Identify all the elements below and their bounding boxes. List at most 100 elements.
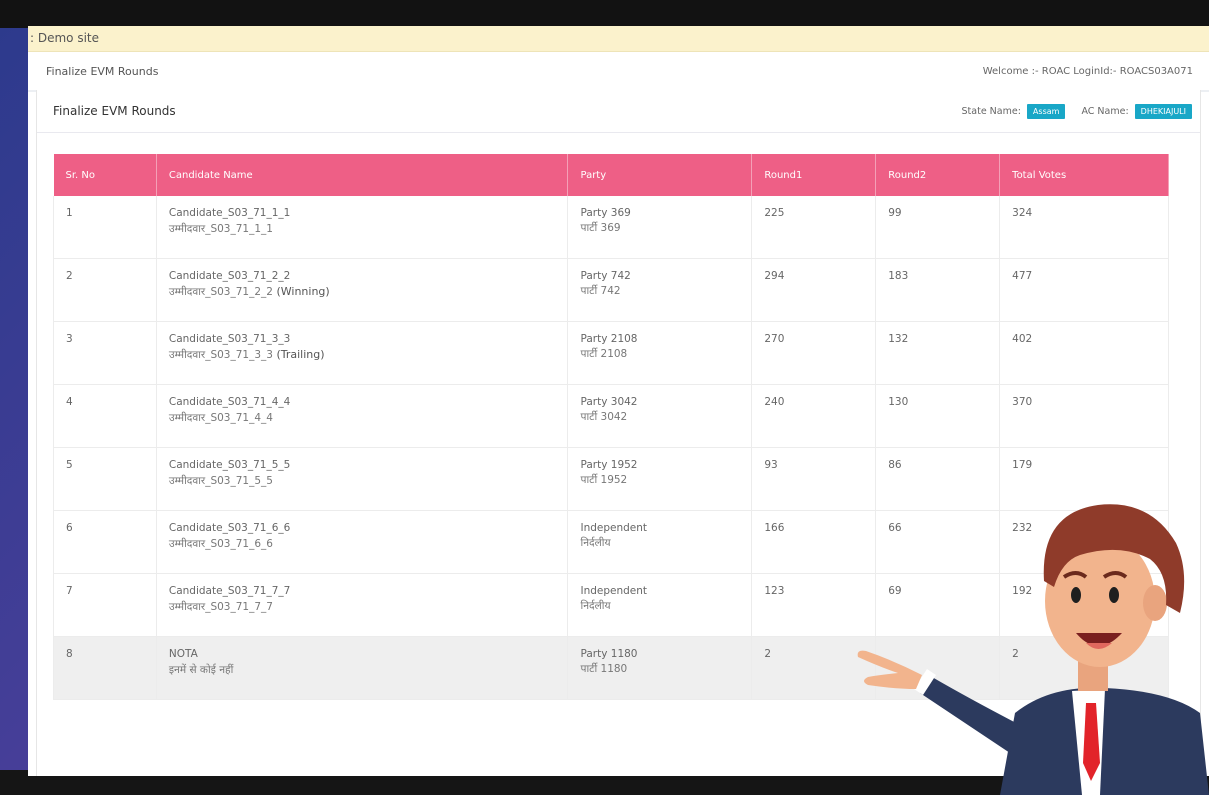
candidate-name: Candidate_S03_71_1_1	[168, 207, 291, 219]
cell-sr: 6	[53, 510, 157, 574]
arm	[920, 677, 1020, 753]
header-round1[interactable]: Round1	[751, 154, 877, 196]
party-name: Party 369	[580, 207, 631, 219]
candidate-name: Candidate_S03_71_2_2	[168, 270, 291, 282]
cell-round1: 240	[751, 384, 877, 448]
header-candidate-name[interactable]: Candidate Name	[156, 154, 569, 196]
candidate-name: Candidate_S03_71_4_4	[168, 396, 291, 408]
cell-candidate: Candidate_S03_71_5_5 उम्मीदवार_S03_71_5_5	[156, 447, 569, 511]
suit-jacket	[1000, 687, 1209, 795]
table-row: 4 Candidate_S03_71_4_4 उम्मीदवार_S03_71_4…	[53, 384, 1169, 448]
cell-candidate: Candidate_S03_71_2_2 उम्मीदवार_S03_71_2_2…	[156, 258, 569, 322]
cell-sr: 1	[53, 196, 157, 259]
table-row: 3 Candidate_S03_71_3_3 उम्मीदवार_S03_71_3…	[53, 321, 1169, 385]
header-round2[interactable]: Round2	[875, 154, 1001, 196]
party-name-hindi: पार्टी 3042	[580, 411, 628, 423]
party-name-hindi: पार्टी 369	[580, 222, 621, 234]
left-eye	[1071, 587, 1081, 603]
table-row: 1 Candidate_S03_71_1_1 उम्मीदवार_S03_71_1…	[53, 196, 1169, 259]
party-name: Independent	[580, 585, 648, 597]
ac-label: AC Name:	[1081, 105, 1129, 117]
cell-round1: 270	[751, 321, 877, 385]
cell-round2: 183	[875, 258, 1001, 322]
card-title: Finalize EVM Rounds	[53, 104, 176, 118]
cell-sr: 8	[53, 636, 157, 700]
cell-round2: 99	[875, 196, 1001, 259]
cell-candidate: NOTA इनमें से कोई नहीं	[156, 636, 569, 700]
cell-candidate: Candidate_S03_71_6_6 उम्मीदवार_S03_71_6_6	[156, 510, 569, 574]
table-row: 2 Candidate_S03_71_2_2 उम्मीदवार_S03_71_2…	[53, 258, 1169, 322]
candidate-name: Candidate_S03_71_7_7	[168, 585, 291, 597]
candidate-name-hindi: उम्मीदवार_S03_71_1_1	[168, 223, 273, 235]
cell-round2: 130	[875, 384, 1001, 448]
cell-candidate: Candidate_S03_71_3_3 उम्मीदवार_S03_71_3_3…	[156, 321, 569, 385]
party-name: Party 2108	[580, 333, 638, 345]
cell-total: 324	[999, 196, 1169, 259]
cell-sr: 7	[53, 573, 157, 637]
party-name-hindi: पार्टी 742	[580, 285, 621, 297]
header-total-votes[interactable]: Total Votes	[999, 154, 1169, 196]
candidate-name-hindi: उम्मीदवार_S03_71_2_2	[168, 286, 273, 298]
state-label: State Name:	[961, 105, 1021, 117]
party-name-hindi: निर्दलीय	[580, 600, 611, 612]
candidate-name: Candidate_S03_71_6_6	[168, 522, 291, 534]
hand	[857, 650, 922, 689]
candidate-name-hindi: उम्मीदवार_S03_71_5_5	[168, 475, 273, 487]
welcome-text: Welcome :- ROAC LoginId:- ROACS03A071	[982, 65, 1193, 77]
cell-total: 402	[999, 321, 1169, 385]
candidate-name: Candidate_S03_71_3_3	[168, 333, 291, 345]
party-name: Party 742	[580, 270, 631, 282]
state-badge[interactable]: Assam	[1026, 103, 1066, 119]
cell-candidate: Candidate_S03_71_1_1 उम्मीदवार_S03_71_1_1	[156, 196, 569, 259]
ac-badge[interactable]: DHEKIAJULI	[1134, 103, 1192, 119]
header-party[interactable]: Party	[567, 154, 753, 196]
cell-total: 477	[999, 258, 1169, 322]
cell-party: Party 369 पार्टी 369	[567, 196, 753, 259]
page-breadcrumb: Finalize EVM Rounds	[46, 64, 159, 78]
cell-sr: 2	[53, 258, 157, 322]
cell-round1: 225	[751, 196, 877, 259]
ear	[1143, 585, 1167, 621]
cell-party: Party 742 पार्टी 742	[567, 258, 753, 322]
cell-party: Party 1180 पार्टी 1180	[567, 636, 753, 700]
filters: State Name: Assam AC Name: DHEKIAJULI	[961, 103, 1192, 119]
party-name-hindi: पार्टी 1180	[580, 663, 628, 675]
cell-party: Party 3042 पार्टी 3042	[567, 384, 753, 448]
party-name: Party 3042	[580, 396, 638, 408]
candidate-status: (Trailing)	[272, 348, 325, 361]
candidate-name-hindi: उम्मीदवार_S03_71_4_4	[168, 412, 273, 424]
candidate-name: Candidate_S03_71_5_5	[168, 459, 291, 471]
cell-sr: 4	[53, 384, 157, 448]
party-name: Party 1180	[580, 648, 638, 660]
cell-round2: 132	[875, 321, 1001, 385]
cell-candidate: Candidate_S03_71_7_7 उम्मीदवार_S03_71_7_7	[156, 573, 569, 637]
candidate-name-hindi: उम्मीदवार_S03_71_7_7	[168, 601, 273, 613]
candidate-status: (Winning)	[272, 285, 330, 298]
candidate-name-hindi: उम्मीदवार_S03_71_6_6	[168, 538, 273, 550]
party-name: Independent	[580, 522, 648, 534]
header-sr-no[interactable]: Sr. No	[53, 154, 157, 196]
cell-party: Independent निर्दलीय	[567, 510, 753, 574]
candidate-name-hindi: इनमें से कोई नहीं	[168, 664, 234, 676]
table-header-row: Sr. No Candidate Name Party Round1 Round…	[53, 154, 1169, 196]
party-name-hindi: पार्टी 1952	[580, 474, 628, 486]
party-name: Party 1952	[580, 459, 638, 471]
background-top-bar	[0, 0, 1209, 28]
candidate-name: NOTA	[168, 648, 198, 660]
cell-sr: 5	[53, 447, 157, 511]
presenter-illustration	[857, 504, 1209, 795]
card-header: Finalize EVM Rounds State Name: Assam AC…	[37, 90, 1200, 133]
cell-party: Independent निर्दलीय	[567, 573, 753, 637]
candidate-name-hindi: उम्मीदवार_S03_71_3_3	[168, 349, 273, 361]
top-bar: Finalize EVM Rounds Welcome :- ROAC Logi…	[28, 52, 1209, 92]
party-name-hindi: पार्टी 2108	[580, 348, 628, 360]
cell-party: Party 2108 पार्टी 2108	[567, 321, 753, 385]
cell-party: Party 1952 पार्टी 1952	[567, 447, 753, 511]
right-eye	[1109, 587, 1119, 603]
cell-round1: 294	[751, 258, 877, 322]
cell-sr: 3	[53, 321, 157, 385]
party-name-hindi: निर्दलीय	[580, 537, 611, 549]
demo-site-banner: : Demo site	[28, 26, 1209, 52]
cell-total: 370	[999, 384, 1169, 448]
cell-candidate: Candidate_S03_71_4_4 उम्मीदवार_S03_71_4_4	[156, 384, 569, 448]
